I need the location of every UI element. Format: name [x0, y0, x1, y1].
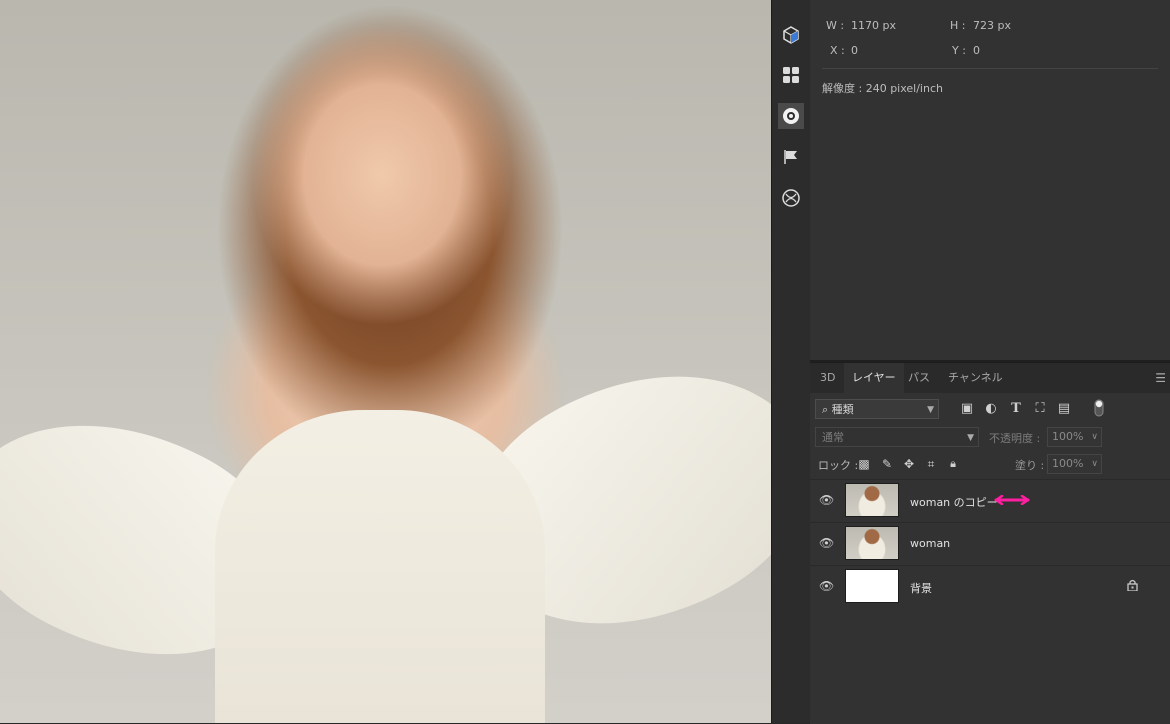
- lock-transparent-icon[interactable]: ▩: [855, 454, 873, 474]
- resolution-text: 解像度 : 240 pixel/inch: [822, 82, 943, 95]
- lock-artboard-icon[interactable]: ⌗: [922, 454, 940, 474]
- type-filter-icon[interactable]: T: [1007, 399, 1025, 419]
- document-canvas[interactable]: [0, 0, 771, 723]
- chevron-down-icon: ▼: [967, 433, 974, 443]
- lock-label: ロック :: [818, 459, 859, 472]
- panel-tabbar: 3D レイヤー パス チャンネル ☰: [810, 363, 1170, 393]
- layers-panel: 3D レイヤー パス チャンネル ☰ ⌕ 種類 ▼ ▣ ◐ T ⛶ ▤ 通常 ▼…: [810, 362, 1170, 724]
- height-label: H :: [950, 19, 966, 32]
- blend-mode-select[interactable]: 通常 ▼: [815, 427, 979, 447]
- layer-row[interactable]: 👁︎ woman のコピー: [810, 479, 1170, 522]
- fill-label: 塗り :: [1015, 459, 1045, 472]
- blend-mode-value: 通常: [822, 431, 844, 444]
- opacity-label: 不透明度 :: [989, 432, 1041, 445]
- search-icon: ⌕: [822, 403, 829, 416]
- pink-arrow-icon: [994, 495, 1030, 505]
- tab-paths[interactable]: パス: [900, 363, 938, 393]
- lock-row: ロック : ▩ ✎ ✥ ⌗ 🔒︎ 塗り : 100% ∨: [810, 454, 1170, 474]
- properties-panel: W : 1170 px H : 723 px X : 0 Y : 0 解像度 :…: [810, 0, 1170, 360]
- filter-row: ⌕ 種類 ▼ ▣ ◐ T ⛶ ▤: [810, 399, 1170, 419]
- sphere-icon[interactable]: [778, 185, 804, 211]
- layer-thumbnail: [845, 526, 899, 560]
- width-label: W :: [826, 19, 845, 32]
- y-value[interactable]: 0: [973, 44, 980, 57]
- visibility-eye-icon[interactable]: 👁︎: [819, 579, 834, 593]
- width-value[interactable]: 1170 px: [851, 19, 896, 32]
- blend-row: 通常 ▼ 不透明度 : 100% ∨: [810, 427, 1170, 447]
- shape-filter-icon[interactable]: ⛶: [1031, 399, 1049, 419]
- chevron-down-icon: ∨: [1091, 459, 1098, 469]
- tab-3d[interactable]: 3D: [812, 363, 843, 393]
- fill-value: 100%: [1052, 457, 1084, 470]
- height-value[interactable]: 723 px: [973, 19, 1011, 32]
- layer-thumbnail: [845, 483, 899, 517]
- layer-name[interactable]: woman: [910, 537, 950, 550]
- tab-layers[interactable]: レイヤー: [844, 363, 904, 393]
- lock-all-icon[interactable]: 🔒︎: [944, 454, 962, 474]
- layer-row[interactable]: 👁︎ 背景: [810, 565, 1170, 608]
- chevron-down-icon: ∨: [1091, 432, 1098, 442]
- fill-field[interactable]: 100% ∨: [1047, 454, 1102, 474]
- x-value[interactable]: 0: [851, 44, 858, 57]
- layer-row[interactable]: 👁︎ woman: [810, 522, 1170, 565]
- filter-toggle-icon[interactable]: [1090, 399, 1108, 419]
- 3d-cube-icon[interactable]: [778, 22, 804, 48]
- y-label: Y :: [952, 44, 966, 57]
- lock-move-icon[interactable]: ✥: [900, 454, 918, 474]
- opacity-value: 100%: [1052, 430, 1084, 443]
- layer-name[interactable]: woman のコピー: [910, 494, 998, 510]
- filter-kind-label: 種類: [831, 403, 854, 416]
- panel-menu-icon[interactable]: ☰: [1155, 371, 1166, 385]
- visibility-eye-icon[interactable]: 👁︎: [819, 536, 834, 550]
- divider: [822, 68, 1158, 69]
- layer-thumbnail: [845, 569, 899, 603]
- gear-badge-icon[interactable]: [778, 103, 804, 129]
- visibility-eye-icon[interactable]: 👁︎: [819, 493, 834, 507]
- chevron-down-icon: ▼: [927, 405, 934, 415]
- x-label: X :: [830, 44, 845, 57]
- layer-name[interactable]: 背景: [910, 580, 932, 596]
- grid-icon[interactable]: [778, 62, 804, 88]
- smartobject-filter-icon[interactable]: ▤: [1055, 399, 1073, 419]
- filter-kind-select[interactable]: ⌕ 種類 ▼: [815, 399, 939, 419]
- tab-channels[interactable]: チャンネル: [940, 363, 1011, 393]
- lock-icon: [1127, 579, 1138, 594]
- opacity-field[interactable]: 100% ∨: [1047, 427, 1102, 447]
- pixel-filter-icon[interactable]: ▣: [958, 399, 976, 419]
- lock-brush-icon[interactable]: ✎: [878, 454, 896, 474]
- flag-icon[interactable]: [778, 144, 804, 170]
- panel-icon-strip: [771, 0, 811, 723]
- photo-dress: [215, 410, 545, 723]
- adjustment-filter-icon[interactable]: ◐: [982, 399, 1000, 419]
